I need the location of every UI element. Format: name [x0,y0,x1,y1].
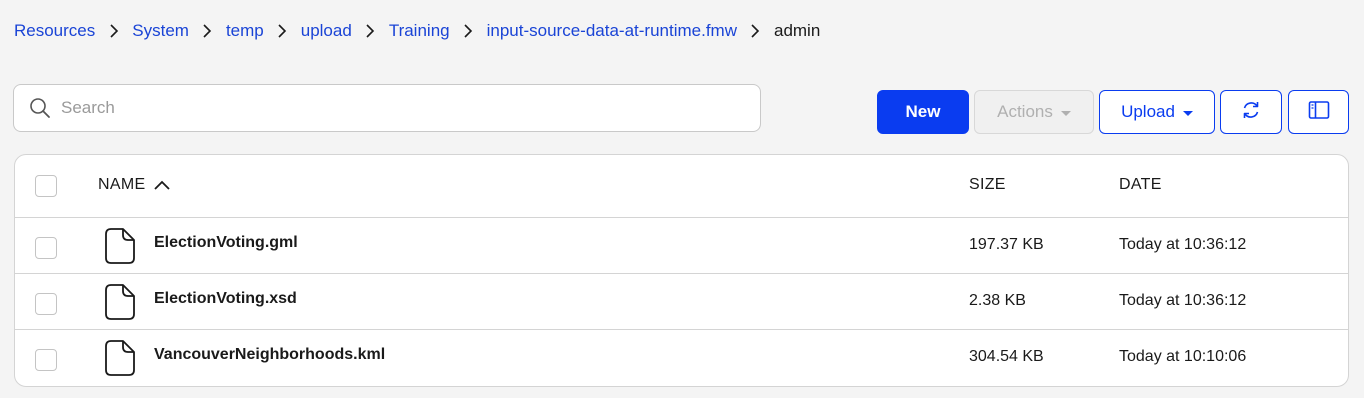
table-row[interactable]: ElectionVoting.gml 197.37 KB Today at 10… [15,218,1348,274]
caret-down-icon [1060,110,1071,116]
file-icon [101,283,137,321]
upload-button[interactable]: Upload [1099,90,1215,134]
chevron-right-icon [450,19,487,43]
refresh-button[interactable] [1220,90,1282,134]
chevron-right-icon [189,19,226,43]
row-checkbox[interactable] [35,293,57,315]
breadcrumb-item-training[interactable]: Training [389,21,450,41]
column-header-name[interactable]: NAME [98,176,171,194]
breadcrumb-item-resources[interactable]: Resources [14,21,95,41]
file-date: Today at 10:10:06 [1119,348,1247,365]
file-icon [101,227,137,265]
new-button[interactable]: New [877,90,969,134]
file-table: NAME SIZE DATE ElectionVoting.gml 197.37… [14,154,1349,387]
actions-button-label: Actions [997,102,1053,121]
table-row[interactable]: ElectionVoting.xsd 2.38 KB Today at 10:3… [15,274,1348,330]
new-button-label: New [905,102,941,121]
chevron-right-icon [352,19,389,43]
table-row[interactable]: VancouverNeighborhoods.kml 304.54 KB Tod… [15,330,1348,386]
row-checkbox[interactable] [35,349,57,371]
table-header: NAME SIZE DATE [15,155,1348,218]
upload-button-label: Upload [1121,102,1175,121]
file-icon [101,339,137,377]
chevron-right-icon [737,19,774,43]
search-box[interactable] [13,84,761,132]
file-size: 197.37 KB [969,236,1044,253]
chevron-right-icon [95,19,132,43]
chevron-right-icon [264,19,301,43]
column-header-size[interactable]: SIZE [969,176,1006,194]
column-header-name-label: NAME [98,176,146,193]
search-input[interactable] [61,93,721,123]
file-size: 304.54 KB [969,348,1044,365]
file-name[interactable]: ElectionVoting.xsd [154,290,297,308]
breadcrumb-item-upload[interactable]: upload [301,21,352,41]
actions-button[interactable]: Actions [974,90,1094,134]
breadcrumb-item-workspace[interactable]: input-source-data-at-runtime.fmw [487,21,737,41]
file-size: 2.38 KB [969,292,1026,309]
file-name[interactable]: VancouverNeighborhoods.kml [154,346,385,364]
row-checkbox[interactable] [35,237,57,259]
breadcrumb: Resources System temp upload Training in… [14,19,820,43]
breadcrumb-item-system[interactable]: System [132,21,189,41]
search-icon [29,97,51,119]
refresh-icon [1240,99,1262,126]
sort-ascending-icon [153,179,171,191]
column-header-date[interactable]: DATE [1119,176,1162,194]
breadcrumb-current: admin [773,21,821,40]
file-date: Today at 10:36:12 [1119,292,1247,309]
breadcrumb-item-temp[interactable]: temp [226,21,264,41]
caret-down-icon [1182,110,1193,116]
columns-icon [1308,100,1330,125]
file-name[interactable]: ElectionVoting.gml [154,234,298,252]
columns-button[interactable] [1288,90,1349,134]
file-date: Today at 10:36:12 [1119,236,1247,253]
select-all-checkbox[interactable] [35,175,57,197]
